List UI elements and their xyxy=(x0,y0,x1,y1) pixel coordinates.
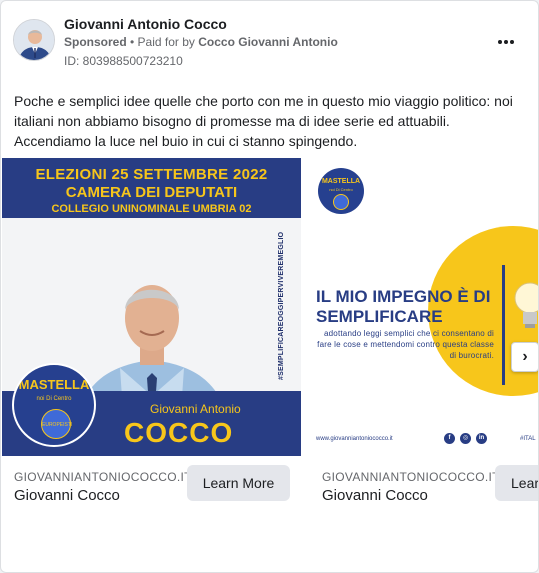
party-logo-subtitle: noi Di Centro xyxy=(36,396,72,402)
vertical-hashtag: #SEMPLIFICAREOGGIPERVIVEREMEGLIO xyxy=(278,231,285,380)
carousel-card-1-footer[interactable]: GIOVANNIANTONIOCOCCO.IT Giovanni Cocco L… xyxy=(2,462,301,512)
carousel-card-2-image[interactable]: MASTELLA noi Di Centro IL MIO IMPEGNO È … xyxy=(310,158,538,456)
commitment-headline: IL MIO IMPEGNO È DI SEMPLIFICARE xyxy=(316,287,491,326)
card-title: Giovanni Cocco xyxy=(14,487,120,504)
card-title: Giovanni Cocco xyxy=(322,487,428,504)
advertiser-name[interactable]: Giovanni Antonio Cocco xyxy=(64,16,227,32)
party-logo-badge xyxy=(333,194,349,210)
learn-more-button[interactable]: Lear xyxy=(495,465,538,501)
party-logo: MASTELLA noi Di Centro EUROPEISTI xyxy=(12,363,96,447)
paid-for-name: Cocco Giovanni Antonio xyxy=(198,35,338,49)
ad-card: Giovanni Antonio Cocco Sponsored • Paid … xyxy=(0,0,539,573)
carousel-card-1-image[interactable]: ELEZIONI 25 SETTEMBRE 2022 CAMERA DEI DE… xyxy=(2,158,301,456)
post-body-text: Poche e semplici idee quelle che porto c… xyxy=(14,93,513,149)
lightbulb-icon xyxy=(514,282,538,328)
facebook-icon: f xyxy=(444,433,455,444)
carousel-card-2-footer[interactable]: GIOVANNIANTONIOCOCCO.IT Giovanni Cocco L… xyxy=(310,462,538,512)
party-logo-badge: EUROPEISTI xyxy=(41,409,72,439)
card-domain: GIOVANNIANTONIOCOCCO.IT xyxy=(14,470,192,484)
ad-id: ID: 803988500723210 xyxy=(64,54,183,68)
party-logo-title: MASTELLA xyxy=(321,178,361,185)
footer-hashtag: #ITAL xyxy=(520,436,536,442)
social-icons: f ◎ in xyxy=(444,433,487,444)
election-date-text: ELEZIONI 25 SETTEMBRE 2022 xyxy=(35,166,268,183)
carousel-next-button[interactable]: › xyxy=(511,342,538,372)
card-domain: GIOVANNIANTONIOCOCCO.IT xyxy=(322,470,500,484)
district-text: COLLEGIO UNINOMINALE UMBRIA 02 xyxy=(51,203,252,215)
chamber-text: CAMERA DEI DEPUTATI xyxy=(65,184,238,201)
paid-for-label: • Paid for by xyxy=(126,35,199,49)
party-logo: MASTELLA noi Di Centro xyxy=(318,168,364,214)
sponsored-label: Sponsored xyxy=(64,35,127,49)
more-options-icon[interactable] xyxy=(494,33,518,51)
party-logo-title: MASTELLA xyxy=(18,377,90,392)
ad-carousel[interactable]: ELEZIONI 25 SETTEMBRE 2022 CAMERA DEI DE… xyxy=(1,158,538,458)
sponsored-line: Sponsored • Paid for by Cocco Giovanni A… xyxy=(64,35,338,49)
election-header: ELEZIONI 25 SETTEMBRE 2022 CAMERA DEI DE… xyxy=(2,158,301,218)
learn-more-button[interactable]: Learn More xyxy=(187,465,290,501)
commitment-description: adottando leggi semplici che ci consenta… xyxy=(317,329,494,360)
advertiser-avatar[interactable] xyxy=(13,19,55,61)
accent-bar xyxy=(502,265,505,385)
candidate-last-name: COCCO xyxy=(124,417,234,448)
party-logo-subtitle: noi Di Centro xyxy=(329,187,353,192)
chevron-right-icon: › xyxy=(522,348,528,365)
footer-url: www.giovanniantoniococco.it xyxy=(316,436,393,442)
instagram-icon: ◎ xyxy=(460,433,471,444)
candidate-first-name: Giovanni Antonio xyxy=(150,402,241,416)
linkedin-icon: in xyxy=(476,433,487,444)
